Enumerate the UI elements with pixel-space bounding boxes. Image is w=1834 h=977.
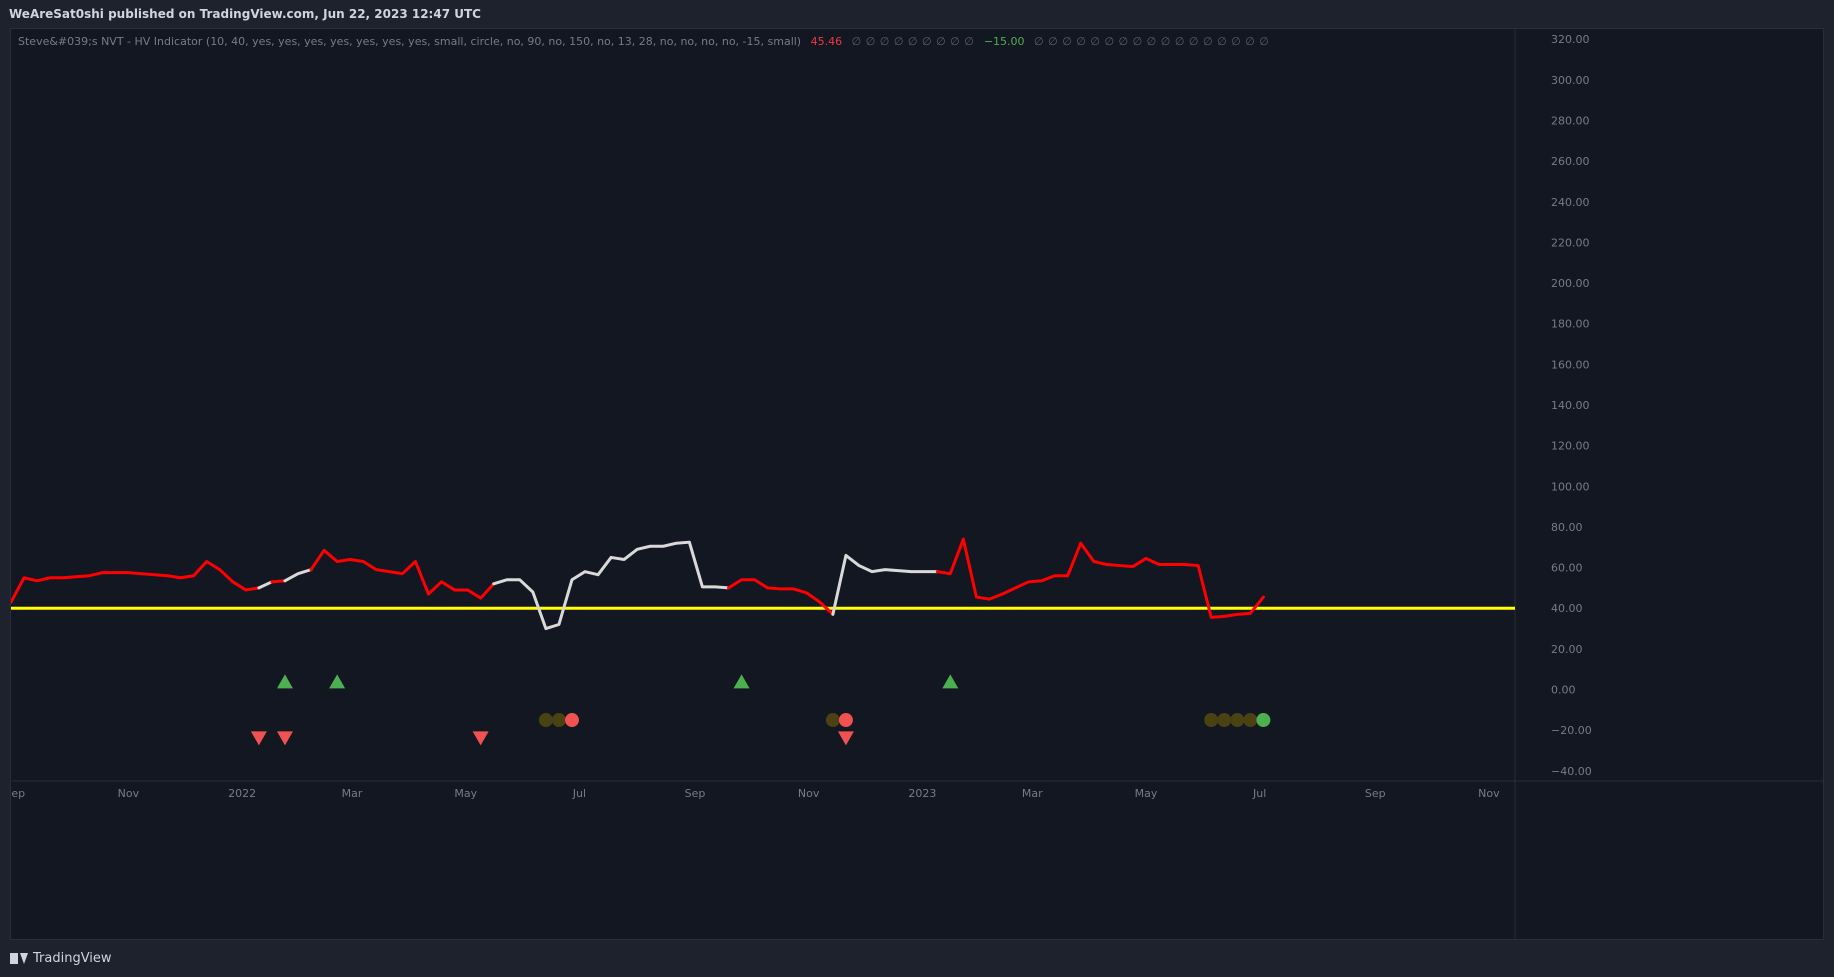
publish-header: WeAreSat0shi published on TradingView.co… xyxy=(0,0,1834,28)
indicator-empty-values-b: ∅ ∅ ∅ ∅ ∅ ∅ ∅ ∅ ∅ ∅ ∅ ∅ ∅ ∅ ∅ ∅ ∅ xyxy=(1034,35,1270,48)
y-tick-label: 240.00 xyxy=(1551,196,1590,209)
y-tick-label: 280.00 xyxy=(1551,114,1590,127)
signal-dot xyxy=(1243,713,1258,728)
x-tick-label: 2023 xyxy=(908,787,936,800)
y-tick-label: −20.00 xyxy=(1551,724,1592,737)
x-tick-label: Nov xyxy=(1478,787,1500,800)
signal-dot xyxy=(838,713,853,728)
x-tick-label: Nov xyxy=(798,787,820,800)
signal-dot xyxy=(1204,713,1219,728)
y-tick-label: 60.00 xyxy=(1551,562,1583,575)
x-tick-label: Mar xyxy=(342,787,363,800)
signal-dot xyxy=(551,713,566,728)
x-tick-label: Mar xyxy=(1022,787,1043,800)
x-tick-label: Sep xyxy=(11,787,25,800)
y-tick-label: 20.00 xyxy=(1551,643,1583,656)
y-tick-label: −40.00 xyxy=(1551,765,1592,778)
x-tick-label: May xyxy=(1135,787,1158,800)
indicator-title: Steve&#039;s NVT - HV Indicator (10, 40,… xyxy=(18,35,802,48)
tradingview-logo-icon xyxy=(10,953,28,964)
publish-info: WeAreSat0shi published on TradingView.co… xyxy=(9,7,481,21)
x-tick-label: May xyxy=(454,787,477,800)
signal-dot xyxy=(1217,713,1232,728)
nvt-series-segment xyxy=(270,579,287,584)
footer-bar: TradingView xyxy=(0,940,1834,977)
indicator-legend[interactable]: Steve&#039;s NVT - HV Indicator (10, 40,… xyxy=(18,35,1269,48)
x-tick-label: Jul xyxy=(1252,787,1266,800)
signal-dot xyxy=(825,713,840,728)
x-tick-label: Sep xyxy=(685,787,706,800)
x-tick-label: Nov xyxy=(118,787,140,800)
indicator-value-red: 45.46 xyxy=(810,35,843,48)
y-tick-label: 140.00 xyxy=(1551,399,1590,412)
signal-dot xyxy=(1230,713,1245,728)
y-tick-label: 160.00 xyxy=(1551,358,1590,371)
signal-dot xyxy=(564,713,579,728)
brand-label: TradingView xyxy=(33,951,112,966)
y-tick-label: 40.00 xyxy=(1551,602,1583,615)
signal-dot xyxy=(1256,713,1271,728)
y-tick-label: 220.00 xyxy=(1551,236,1590,249)
indicator-empty-values-a: ∅ ∅ ∅ ∅ ∅ ∅ ∅ ∅ ∅ xyxy=(851,35,975,48)
chart-frame[interactable]: 320.00 300.00 280.00 260.00 240.00 220.00 200.… xyxy=(10,28,1824,940)
y-tick-label: 80.00 xyxy=(1551,521,1583,534)
x-tick-label: Sep xyxy=(1365,787,1386,800)
y-tick-label: 100.00 xyxy=(1551,480,1590,493)
indicator-value-green: −15.00 xyxy=(983,35,1025,48)
chart-svg[interactable]: 320.00 300.00 280.00 260.00 240.00 220.00 200.… xyxy=(11,29,1823,939)
y-tick-label: 300.00 xyxy=(1551,74,1590,87)
y-tick-label: 0.00 xyxy=(1551,684,1576,697)
y-tick-label: 260.00 xyxy=(1551,155,1590,168)
x-tick-label: 2022 xyxy=(228,787,256,800)
tradingview-brand[interactable]: TradingView xyxy=(10,951,112,966)
x-tick-label: Jul xyxy=(572,787,586,800)
y-tick-label: 120.00 xyxy=(1551,440,1590,453)
y-tick-label: 200.00 xyxy=(1551,277,1590,290)
y-tick-label: 320.00 xyxy=(1551,33,1590,46)
y-tick-label: 180.00 xyxy=(1551,318,1590,331)
signal-dot xyxy=(538,713,553,728)
